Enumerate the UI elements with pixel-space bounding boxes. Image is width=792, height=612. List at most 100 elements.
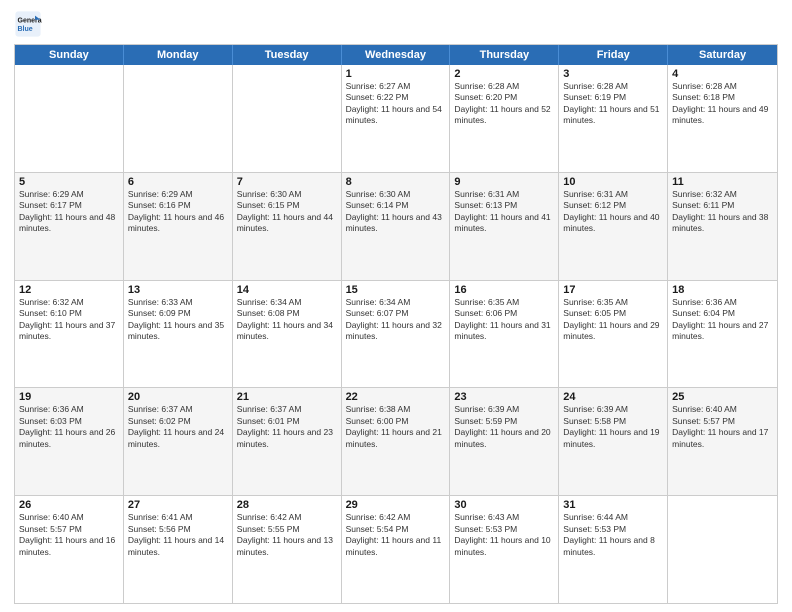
day-number: 2 <box>454 68 554 80</box>
cell-detail: Sunrise: 6:34 AM Sunset: 6:08 PM Dayligh… <box>237 297 337 343</box>
day-number: 16 <box>454 284 554 296</box>
cal-cell-3-5: 16Sunrise: 6:35 AM Sunset: 6:06 PM Dayli… <box>450 281 559 388</box>
day-number: 26 <box>19 499 119 511</box>
day-number: 14 <box>237 284 337 296</box>
day-number: 23 <box>454 391 554 403</box>
cell-detail: Sunrise: 6:27 AM Sunset: 6:22 PM Dayligh… <box>346 81 446 127</box>
day-number: 22 <box>346 391 446 403</box>
cal-cell-1-6: 3Sunrise: 6:28 AM Sunset: 6:19 PM Daylig… <box>559 65 668 172</box>
day-number: 24 <box>563 391 663 403</box>
day-number: 21 <box>237 391 337 403</box>
weekday-header-saturday: Saturday <box>668 45 777 65</box>
cell-detail: Sunrise: 6:29 AM Sunset: 6:17 PM Dayligh… <box>19 189 119 235</box>
day-number: 25 <box>672 391 773 403</box>
weekday-header-wednesday: Wednesday <box>342 45 451 65</box>
cal-cell-4-5: 23Sunrise: 6:39 AM Sunset: 5:59 PM Dayli… <box>450 388 559 495</box>
cal-cell-5-4: 29Sunrise: 6:42 AM Sunset: 5:54 PM Dayli… <box>342 496 451 603</box>
cell-detail: Sunrise: 6:36 AM Sunset: 6:03 PM Dayligh… <box>19 404 119 450</box>
cell-detail: Sunrise: 6:36 AM Sunset: 6:04 PM Dayligh… <box>672 297 773 343</box>
day-number: 10 <box>563 176 663 188</box>
cal-cell-2-6: 10Sunrise: 6:31 AM Sunset: 6:12 PM Dayli… <box>559 173 668 280</box>
cal-cell-4-4: 22Sunrise: 6:38 AM Sunset: 6:00 PM Dayli… <box>342 388 451 495</box>
cal-cell-5-6: 31Sunrise: 6:44 AM Sunset: 5:53 PM Dayli… <box>559 496 668 603</box>
day-number: 28 <box>237 499 337 511</box>
cal-cell-2-2: 6Sunrise: 6:29 AM Sunset: 6:16 PM Daylig… <box>124 173 233 280</box>
day-number: 5 <box>19 176 119 188</box>
calendar-header-row: SundayMondayTuesdayWednesdayThursdayFrid… <box>15 45 777 65</box>
cal-cell-3-7: 18Sunrise: 6:36 AM Sunset: 6:04 PM Dayli… <box>668 281 777 388</box>
svg-text:Blue: Blue <box>18 26 33 33</box>
cal-cell-1-1 <box>15 65 124 172</box>
day-number: 27 <box>128 499 228 511</box>
cal-cell-4-7: 25Sunrise: 6:40 AM Sunset: 5:57 PM Dayli… <box>668 388 777 495</box>
cal-cell-1-3 <box>233 65 342 172</box>
cell-detail: Sunrise: 6:40 AM Sunset: 5:57 PM Dayligh… <box>19 512 119 558</box>
cell-detail: Sunrise: 6:28 AM Sunset: 6:19 PM Dayligh… <box>563 81 663 127</box>
weekday-header-sunday: Sunday <box>15 45 124 65</box>
day-number: 12 <box>19 284 119 296</box>
day-number: 30 <box>454 499 554 511</box>
cell-detail: Sunrise: 6:37 AM Sunset: 6:02 PM Dayligh… <box>128 404 228 450</box>
day-number: 4 <box>672 68 773 80</box>
cal-cell-2-7: 11Sunrise: 6:32 AM Sunset: 6:11 PM Dayli… <box>668 173 777 280</box>
day-number: 17 <box>563 284 663 296</box>
cal-cell-4-3: 21Sunrise: 6:37 AM Sunset: 6:01 PM Dayli… <box>233 388 342 495</box>
cell-detail: Sunrise: 6:33 AM Sunset: 6:09 PM Dayligh… <box>128 297 228 343</box>
cell-detail: Sunrise: 6:43 AM Sunset: 5:53 PM Dayligh… <box>454 512 554 558</box>
cal-cell-5-7 <box>668 496 777 603</box>
day-number: 19 <box>19 391 119 403</box>
cell-detail: Sunrise: 6:40 AM Sunset: 5:57 PM Dayligh… <box>672 404 773 450</box>
cell-detail: Sunrise: 6:35 AM Sunset: 6:05 PM Dayligh… <box>563 297 663 343</box>
day-number: 3 <box>563 68 663 80</box>
cal-cell-1-5: 2Sunrise: 6:28 AM Sunset: 6:20 PM Daylig… <box>450 65 559 172</box>
calendar-row-4: 19Sunrise: 6:36 AM Sunset: 6:03 PM Dayli… <box>15 387 777 495</box>
day-number: 18 <box>672 284 773 296</box>
cal-cell-1-2 <box>124 65 233 172</box>
calendar-row-3: 12Sunrise: 6:32 AM Sunset: 6:10 PM Dayli… <box>15 280 777 388</box>
cal-cell-3-3: 14Sunrise: 6:34 AM Sunset: 6:08 PM Dayli… <box>233 281 342 388</box>
header: General Blue <box>14 10 778 38</box>
calendar-row-5: 26Sunrise: 6:40 AM Sunset: 5:57 PM Dayli… <box>15 495 777 603</box>
calendar-body: 1Sunrise: 6:27 AM Sunset: 6:22 PM Daylig… <box>15 65 777 603</box>
cell-detail: Sunrise: 6:30 AM Sunset: 6:14 PM Dayligh… <box>346 189 446 235</box>
day-number: 31 <box>563 499 663 511</box>
day-number: 11 <box>672 176 773 188</box>
cell-detail: Sunrise: 6:31 AM Sunset: 6:13 PM Dayligh… <box>454 189 554 235</box>
cal-cell-5-5: 30Sunrise: 6:43 AM Sunset: 5:53 PM Dayli… <box>450 496 559 603</box>
cal-cell-2-3: 7Sunrise: 6:30 AM Sunset: 6:15 PM Daylig… <box>233 173 342 280</box>
calendar-row-1: 1Sunrise: 6:27 AM Sunset: 6:22 PM Daylig… <box>15 65 777 172</box>
cell-detail: Sunrise: 6:42 AM Sunset: 5:55 PM Dayligh… <box>237 512 337 558</box>
cell-detail: Sunrise: 6:32 AM Sunset: 6:11 PM Dayligh… <box>672 189 773 235</box>
cell-detail: Sunrise: 6:32 AM Sunset: 6:10 PM Dayligh… <box>19 297 119 343</box>
day-number: 8 <box>346 176 446 188</box>
cal-cell-2-5: 9Sunrise: 6:31 AM Sunset: 6:13 PM Daylig… <box>450 173 559 280</box>
cell-detail: Sunrise: 6:29 AM Sunset: 6:16 PM Dayligh… <box>128 189 228 235</box>
cal-cell-4-6: 24Sunrise: 6:39 AM Sunset: 5:58 PM Dayli… <box>559 388 668 495</box>
cal-cell-3-2: 13Sunrise: 6:33 AM Sunset: 6:09 PM Dayli… <box>124 281 233 388</box>
day-number: 29 <box>346 499 446 511</box>
cal-cell-4-2: 20Sunrise: 6:37 AM Sunset: 6:02 PM Dayli… <box>124 388 233 495</box>
day-number: 15 <box>346 284 446 296</box>
logo: General Blue <box>14 10 44 38</box>
day-number: 7 <box>237 176 337 188</box>
cell-detail: Sunrise: 6:44 AM Sunset: 5:53 PM Dayligh… <box>563 512 663 558</box>
day-number: 6 <box>128 176 228 188</box>
cal-cell-2-4: 8Sunrise: 6:30 AM Sunset: 6:14 PM Daylig… <box>342 173 451 280</box>
cell-detail: Sunrise: 6:34 AM Sunset: 6:07 PM Dayligh… <box>346 297 446 343</box>
day-number: 9 <box>454 176 554 188</box>
cal-cell-3-4: 15Sunrise: 6:34 AM Sunset: 6:07 PM Dayli… <box>342 281 451 388</box>
cal-cell-3-1: 12Sunrise: 6:32 AM Sunset: 6:10 PM Dayli… <box>15 281 124 388</box>
cal-cell-3-6: 17Sunrise: 6:35 AM Sunset: 6:05 PM Dayli… <box>559 281 668 388</box>
cell-detail: Sunrise: 6:38 AM Sunset: 6:00 PM Dayligh… <box>346 404 446 450</box>
day-number: 1 <box>346 68 446 80</box>
calendar: SundayMondayTuesdayWednesdayThursdayFrid… <box>14 44 778 604</box>
weekday-header-thursday: Thursday <box>450 45 559 65</box>
cell-detail: Sunrise: 6:30 AM Sunset: 6:15 PM Dayligh… <box>237 189 337 235</box>
cell-detail: Sunrise: 6:37 AM Sunset: 6:01 PM Dayligh… <box>237 404 337 450</box>
day-number: 13 <box>128 284 228 296</box>
logo-icon: General Blue <box>14 10 42 38</box>
cell-detail: Sunrise: 6:28 AM Sunset: 6:20 PM Dayligh… <box>454 81 554 127</box>
cal-cell-5-1: 26Sunrise: 6:40 AM Sunset: 5:57 PM Dayli… <box>15 496 124 603</box>
calendar-row-2: 5Sunrise: 6:29 AM Sunset: 6:17 PM Daylig… <box>15 172 777 280</box>
cell-detail: Sunrise: 6:28 AM Sunset: 6:18 PM Dayligh… <box>672 81 773 127</box>
